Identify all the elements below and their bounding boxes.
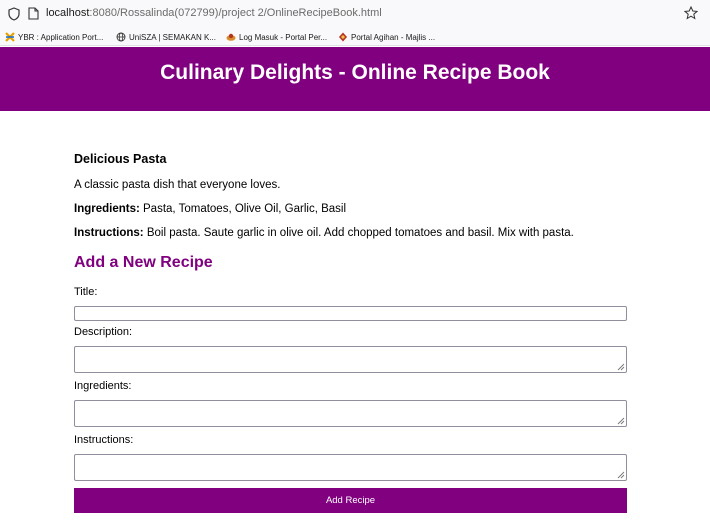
resize-grip-icon[interactable] xyxy=(617,471,625,479)
portal-icon xyxy=(226,33,236,41)
bookmark-log-masuk[interactable]: Log Masuk - Portal Per... xyxy=(226,30,327,44)
add-recipe-heading: Add a New Recipe xyxy=(74,254,213,271)
instructions-heading: Instructions: xyxy=(74,227,144,239)
address-bar[interactable]: localhost:8080/Rossalinda(072799)/projec… xyxy=(46,7,382,19)
description-label: Description: xyxy=(74,326,133,338)
bookmark-label: UniSZA | SEMAKAN K... xyxy=(129,32,216,42)
instructions-label: Instructions: xyxy=(74,434,134,446)
recipe-ingredients: Ingredients: Pasta, Tomatoes, Olive Oil,… xyxy=(74,203,346,215)
url-path: :8080/Rossalinda(072799)/project 2/Onlin… xyxy=(89,7,382,19)
majlis-icon xyxy=(339,32,347,42)
description-textarea[interactable] xyxy=(74,346,627,373)
bookmarks-bar: YBR : Application Port... UniSZA | SEMAK… xyxy=(0,28,710,46)
resize-grip-icon[interactable] xyxy=(617,363,625,371)
title-input[interactable] xyxy=(74,306,627,321)
ingredients-label: Ingredients: xyxy=(74,380,132,392)
bookmark-star-icon[interactable] xyxy=(684,6,698,20)
bookmark-label: Log Masuk - Portal Per... xyxy=(239,32,328,42)
ingredients-text: Pasta, Tomatoes, Olive Oil, Garlic, Basi… xyxy=(139,203,347,215)
bookmark-ybr[interactable]: YBR : Application Port... xyxy=(5,30,103,44)
bookmark-portal-agihan[interactable]: Portal Agihan - Majlis ... xyxy=(338,30,435,44)
bookmark-unisza[interactable]: UniSZA | SEMAKAN K... xyxy=(116,30,216,44)
add-recipe-button[interactable]: Add Recipe xyxy=(74,488,627,513)
page-icon[interactable] xyxy=(28,7,39,20)
globe-icon xyxy=(116,32,126,42)
ingredients-heading: Ingredients: xyxy=(74,203,140,215)
site-header: Culinary Delights - Online Recipe Book xyxy=(0,47,710,111)
bookmark-label: YBR : Application Port... xyxy=(18,32,104,42)
browser-toolbar: localhost:8080/Rossalinda(072799)/projec… xyxy=(0,0,710,28)
ybr-icon xyxy=(5,32,15,42)
bookmark-label: Portal Agihan - Majlis ... xyxy=(351,32,436,42)
page-title: Culinary Delights - Online Recipe Book xyxy=(160,61,550,84)
recipe-name: Delicious Pasta xyxy=(74,152,167,166)
url-host: localhost xyxy=(46,7,90,19)
shield-icon[interactable] xyxy=(8,7,20,21)
ingredients-textarea[interactable] xyxy=(74,400,627,427)
title-label: Title: xyxy=(74,286,98,298)
recipe-instructions: Instructions: Boil pasta. Saute garlic i… xyxy=(74,227,574,239)
instructions-textarea[interactable] xyxy=(74,454,627,481)
recipe-description: A classic pasta dish that everyone loves… xyxy=(74,179,281,191)
resize-grip-icon[interactable] xyxy=(617,417,625,425)
instructions-text: Boil pasta. Saute garlic in olive oil. A… xyxy=(143,227,574,239)
